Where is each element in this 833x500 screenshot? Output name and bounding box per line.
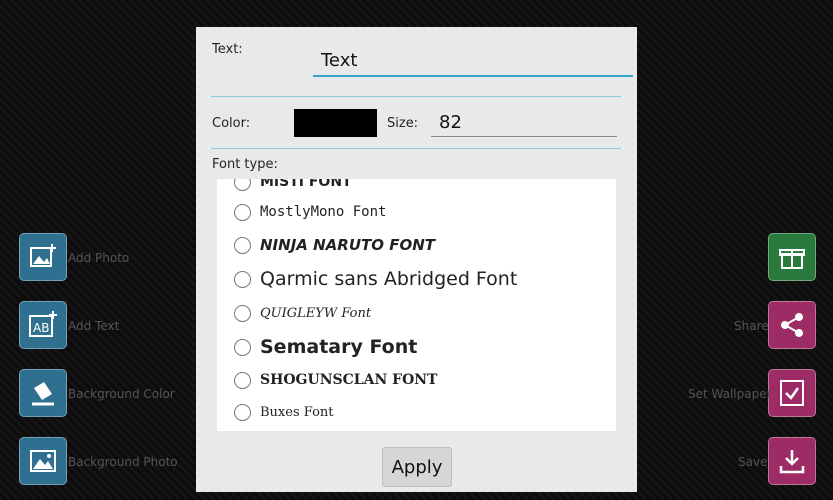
- set-wallpaper-label: Set Wallpaper: [688, 387, 772, 401]
- font-type-label: Font type:: [212, 157, 278, 172]
- radio-button[interactable]: [234, 179, 251, 191]
- divider: [211, 148, 621, 149]
- font-option[interactable]: SHOGUNSCLAN FONT: [234, 365, 437, 395]
- font-option[interactable]: MISTI FONT: [234, 179, 352, 197]
- text-input[interactable]: [313, 45, 633, 77]
- divider: [211, 96, 621, 97]
- image-plus-icon: [30, 244, 56, 267]
- save-label: Save: [738, 455, 768, 469]
- wallpaper-check-icon: [780, 380, 804, 406]
- font-option-label: Buxes Font: [260, 404, 334, 420]
- text-field-label: Text:: [212, 42, 243, 57]
- share-icon: [781, 313, 803, 337]
- font-option-label: Sematary Font: [260, 336, 418, 358]
- radio-button[interactable]: [234, 403, 251, 421]
- svg-text:AB: AB: [33, 321, 49, 335]
- size-input[interactable]: [431, 109, 617, 137]
- font-option[interactable]: Qarmic sans Abridged Font: [234, 264, 517, 294]
- background-photo-button[interactable]: [19, 437, 67, 485]
- font-option[interactable]: Sematary Font: [234, 332, 417, 362]
- background-photo-label: Background Photo: [68, 455, 178, 469]
- font-option[interactable]: QUIGLEYW Font: [234, 298, 371, 328]
- font-option-label: MISTI FONT: [260, 179, 352, 190]
- radio-button[interactable]: [234, 236, 251, 254]
- radio-button[interactable]: [234, 371, 251, 389]
- color-label: Color:: [212, 116, 251, 131]
- gift-button[interactable]: [768, 233, 816, 281]
- font-option-label: SHOGUNSCLAN FONT: [260, 372, 438, 388]
- save-button[interactable]: [768, 437, 816, 485]
- add-photo-button[interactable]: [19, 233, 67, 281]
- set-wallpaper-button[interactable]: [768, 369, 816, 417]
- text-ab-plus-icon: AB: [29, 311, 57, 337]
- download-icon: [779, 450, 805, 474]
- font-option-label: QUIGLEYW Font: [260, 305, 372, 321]
- background-color-label: Background Color: [68, 387, 175, 401]
- add-photo-label: Add Photo: [68, 251, 130, 265]
- font-option-label: NINJA NARUTO FONT: [260, 236, 435, 254]
- share-label: Share: [734, 319, 769, 333]
- radio-button[interactable]: [234, 304, 251, 322]
- font-option-label: Qarmic sans Abridged Font: [260, 268, 518, 290]
- add-text-button[interactable]: AB: [19, 301, 67, 349]
- paint-bucket-icon: [32, 382, 54, 406]
- background-color-button[interactable]: [19, 369, 67, 417]
- add-text-label: Add Text: [68, 319, 120, 333]
- font-list[interactable]: MISTI FONT MostlyMono Font NINJA NARUTO …: [217, 179, 616, 431]
- font-option-label: MostlyMono Font: [260, 204, 387, 220]
- apply-button[interactable]: Apply: [382, 447, 452, 487]
- share-button[interactable]: [768, 301, 816, 349]
- radio-button[interactable]: [234, 270, 251, 288]
- radio-button[interactable]: [234, 203, 251, 221]
- landscape-icon: [30, 450, 56, 472]
- font-option[interactable]: MostlyMono Font: [234, 197, 386, 227]
- font-option[interactable]: NINJA NARUTO FONT: [234, 230, 435, 260]
- font-option[interactable]: Buxes Font: [234, 397, 334, 427]
- gift-box-icon: [779, 249, 805, 269]
- text-dialog: Text: Color: Size: Font type: MISTI FONT…: [196, 27, 637, 492]
- color-swatch[interactable]: [294, 109, 377, 137]
- radio-button[interactable]: [234, 338, 251, 356]
- size-label: Size:: [387, 116, 419, 131]
